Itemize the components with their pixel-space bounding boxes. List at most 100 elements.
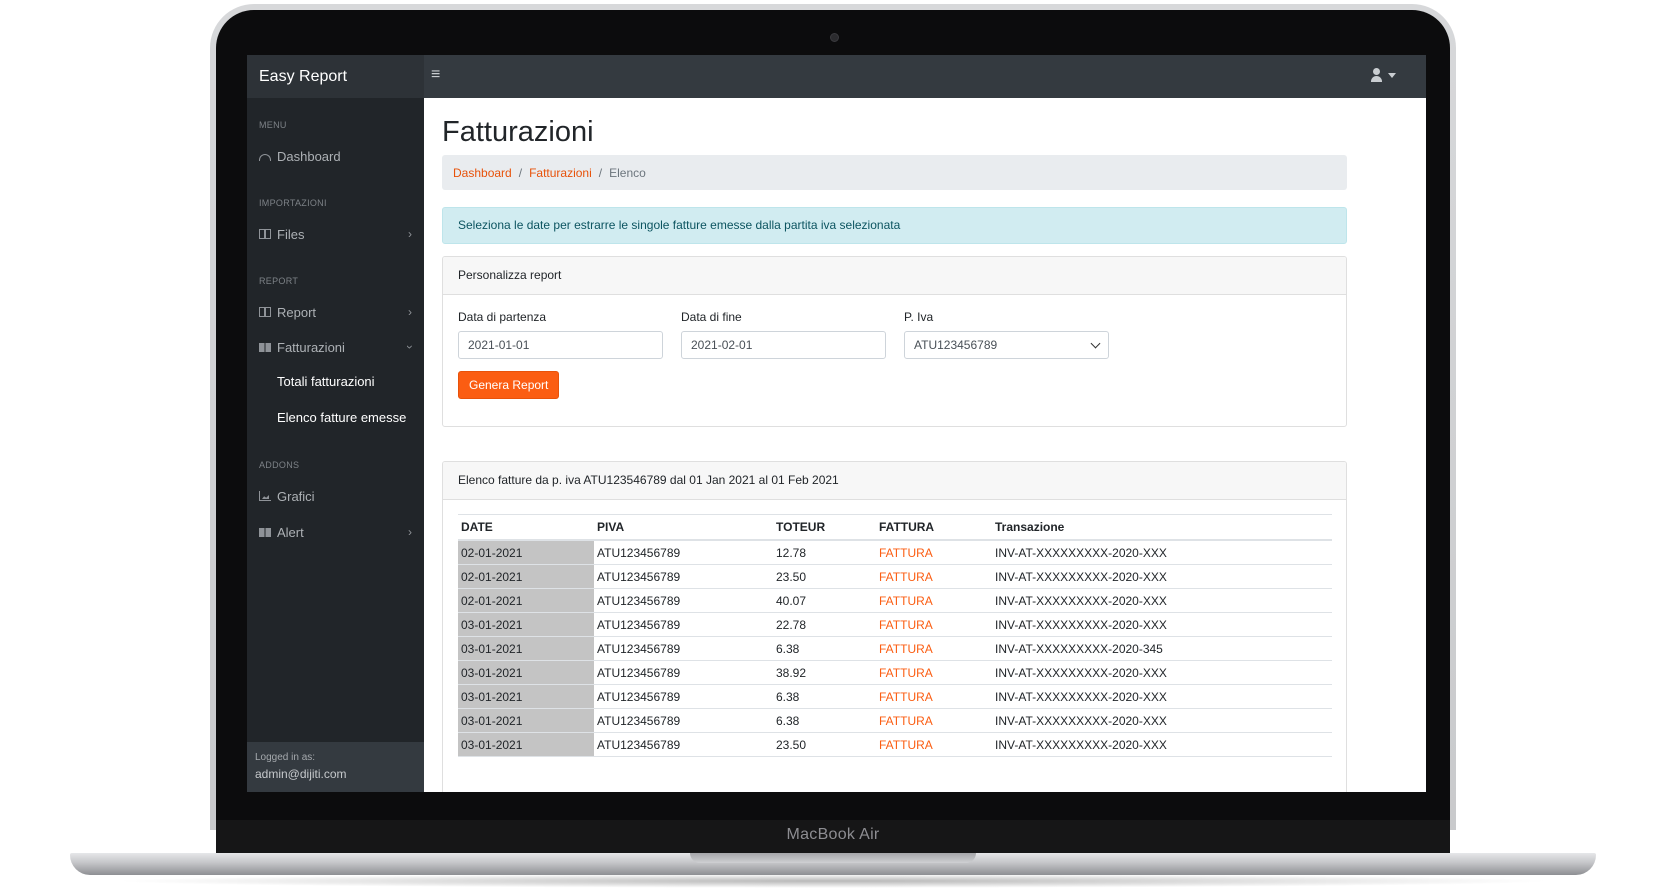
cell-transazione: INV-AT-XXXXXXXXX-2020-345 [992, 636, 1332, 661]
column-header-transazione[interactable]: Transazione [992, 514, 1332, 541]
cell-date: 02-01-2021 [458, 540, 594, 565]
table-row: 03-01-2021 ATU123456789 38.92 FATTURA INV-AT… [458, 660, 1332, 685]
start-date-group: Data di partenza [458, 310, 663, 359]
table-row: 02-01-2021 ATU123456789 40.07 FATTURA INV-AT… [458, 588, 1332, 613]
invoice-rows: 02-01-2021 ATU123456789 12.78 FATTURA INV-AT… [458, 540, 1332, 757]
camera [830, 33, 839, 42]
sidebar-item-files[interactable]: Files › [259, 223, 412, 245]
logged-in-user: admin@dijiti.com [255, 767, 347, 781]
table-row: 03-01-2021 ATU123456789 6.38 FATTURA INV-AT-… [458, 684, 1332, 709]
end-date-label: Data di fine [681, 310, 742, 324]
cell-piva: ATU123456789 [594, 684, 773, 709]
cell-piva: ATU123456789 [594, 612, 773, 637]
sidebar-item-label: Fatturazioni [277, 339, 345, 355]
book-icon [259, 527, 271, 537]
cell-toteur: 6.38 [773, 636, 876, 661]
sidebar-item-grafici[interactable]: Grafici [259, 485, 412, 507]
user-menu[interactable] [1370, 67, 1396, 83]
start-date-label: Data di partenza [458, 310, 547, 324]
table-row: 02-01-2021 ATU123456789 23.50 FATTURA INV-AT… [458, 564, 1332, 589]
menu-toggle-icon[interactable]: ≡ [431, 66, 440, 84]
piva-label: P. Iva [904, 310, 934, 324]
cell-date: 02-01-2021 [458, 588, 594, 613]
piva-select[interactable]: ATU123456789 [904, 331, 1109, 359]
device-label: MacBook Air [786, 826, 880, 843]
column-header-fattura[interactable]: FATTURA [876, 514, 992, 541]
screen: Easy Report ≡ MENU Dashboard IMPORTAZION… [247, 55, 1426, 792]
cell-piva: ATU123456789 [594, 588, 773, 613]
table-row: 03-01-2021 ATU123456789 22.78 FATTURA INV-AT… [458, 612, 1332, 637]
main-content: Fatturazioni Dashboard / Fatturazioni / … [424, 98, 1426, 792]
info-alert: Seleziona le date per estrarre le singol… [442, 207, 1347, 244]
generate-report-button[interactable]: Genera Report [458, 371, 560, 399]
table-icon [259, 307, 271, 317]
invoice-link[interactable]: FATTURA [876, 636, 992, 661]
sidebar-subitem-totali-fatturazioni[interactable]: Totali fatturazioni [277, 374, 375, 389]
end-date-input[interactable] [681, 331, 886, 359]
cell-toteur: 22.78 [773, 612, 876, 637]
cell-piva: ATU123456789 [594, 708, 773, 733]
cell-transazione: INV-AT-XXXXXXXXX-2020-XXX [992, 588, 1332, 613]
invoice-link[interactable]: FATTURA [876, 588, 992, 613]
chevron-right-icon: › [408, 305, 412, 319]
chart-icon [259, 491, 271, 501]
cell-date: 03-01-2021 [458, 660, 594, 685]
cell-transazione: INV-AT-XXXXXXXXX-2020-XXX [992, 612, 1332, 637]
invoice-link[interactable]: FATTURA [876, 708, 992, 733]
sidebar-item-label: Report [277, 304, 317, 320]
page-title: Fatturazioni [442, 116, 594, 148]
table-icon [259, 229, 271, 239]
table-row: 02-01-2021 ATU123456789 12.78 FATTURA INV-AT… [458, 540, 1332, 565]
sidebar-heading-addons: ADDONS [259, 460, 300, 470]
cell-transazione: INV-AT-XXXXXXXXX-2020-XXX [992, 684, 1332, 709]
start-date-input[interactable] [458, 331, 663, 359]
chevron-down-icon [1090, 338, 1101, 348]
column-header-date[interactable]: DATE [458, 514, 594, 541]
invoice-link[interactable]: FATTURA [876, 660, 992, 685]
sidebar-item-dashboard[interactable]: Dashboard [259, 145, 412, 167]
cell-toteur: 6.38 [773, 684, 876, 709]
cell-toteur: 23.50 [773, 732, 876, 757]
piva-selected-value: ATU123456789 [914, 338, 998, 352]
invoice-table: DATE PIVA TOTEUR FATTURA Transazione 02-… [458, 514, 1332, 757]
column-header-piva[interactable]: PIVA [594, 514, 773, 541]
sidebar-footer: Logged in as: admin@dijiti.com [247, 742, 424, 792]
user-icon [1370, 67, 1384, 83]
invoice-link[interactable]: FATTURA [876, 612, 992, 637]
invoice-link[interactable]: FATTURA [876, 684, 992, 709]
sidebar-item-fatturazioni[interactable]: Fatturazioni › [259, 336, 417, 358]
sidebar-item-label: Files [277, 226, 305, 242]
piva-group: P. Iva ATU123456789 [904, 310, 1109, 359]
sidebar-heading-report: REPORT [259, 276, 299, 286]
cell-piva: ATU123456789 [594, 660, 773, 685]
invoice-link[interactable]: FATTURA [876, 564, 992, 589]
cell-toteur: 6.38 [773, 708, 876, 733]
column-header-toteur[interactable]: TOTEUR [773, 514, 876, 541]
sidebar-heading-menu: MENU [259, 120, 287, 130]
invoice-link[interactable]: FATTURA [876, 540, 992, 565]
cell-date: 03-01-2021 [458, 684, 594, 709]
table-row: 03-01-2021 ATU123456789 6.38 FATTURA INV-AT-… [458, 708, 1332, 733]
topbar: Easy Report ≡ [247, 55, 1426, 98]
cell-transazione: INV-AT-XXXXXXXXX-2020-XXX [992, 732, 1332, 757]
invoice-link[interactable]: FATTURA [876, 732, 992, 757]
cell-date: 03-01-2021 [458, 708, 594, 733]
breadcrumb: Dashboard / Fatturazioni / Elenco [442, 155, 1347, 190]
breadcrumb-current: Elenco [609, 165, 646, 180]
cell-toteur: 40.07 [773, 588, 876, 613]
cell-date: 03-01-2021 [458, 612, 594, 637]
cell-date: 03-01-2021 [458, 636, 594, 661]
cell-transazione: INV-AT-XXXXXXXXX-2020-XXX [992, 564, 1332, 589]
sidebar-item-label: Dashboard [277, 148, 341, 164]
dashboard-icon [259, 153, 271, 161]
sidebar-item-report[interactable]: Report › [259, 301, 412, 323]
chevron-right-icon: › [408, 227, 412, 241]
card-header: Personalizza report [443, 257, 1346, 295]
invoice-list-card: Elenco fatture da p. iva ATU123546789 da… [442, 461, 1347, 792]
brand[interactable]: Easy Report [247, 55, 424, 98]
breadcrumb-link-dashboard[interactable]: Dashboard [453, 166, 512, 180]
sidebar-item-alert[interactable]: Alert › [259, 521, 412, 543]
table-row: 03-01-2021 ATU123456789 23.50 FATTURA INV-AT… [458, 732, 1332, 757]
sidebar-subitem-elenco-fatture-emesse[interactable]: Elenco fatture emesse [277, 410, 406, 425]
breadcrumb-link-fatturazioni[interactable]: Fatturazioni [529, 166, 592, 180]
